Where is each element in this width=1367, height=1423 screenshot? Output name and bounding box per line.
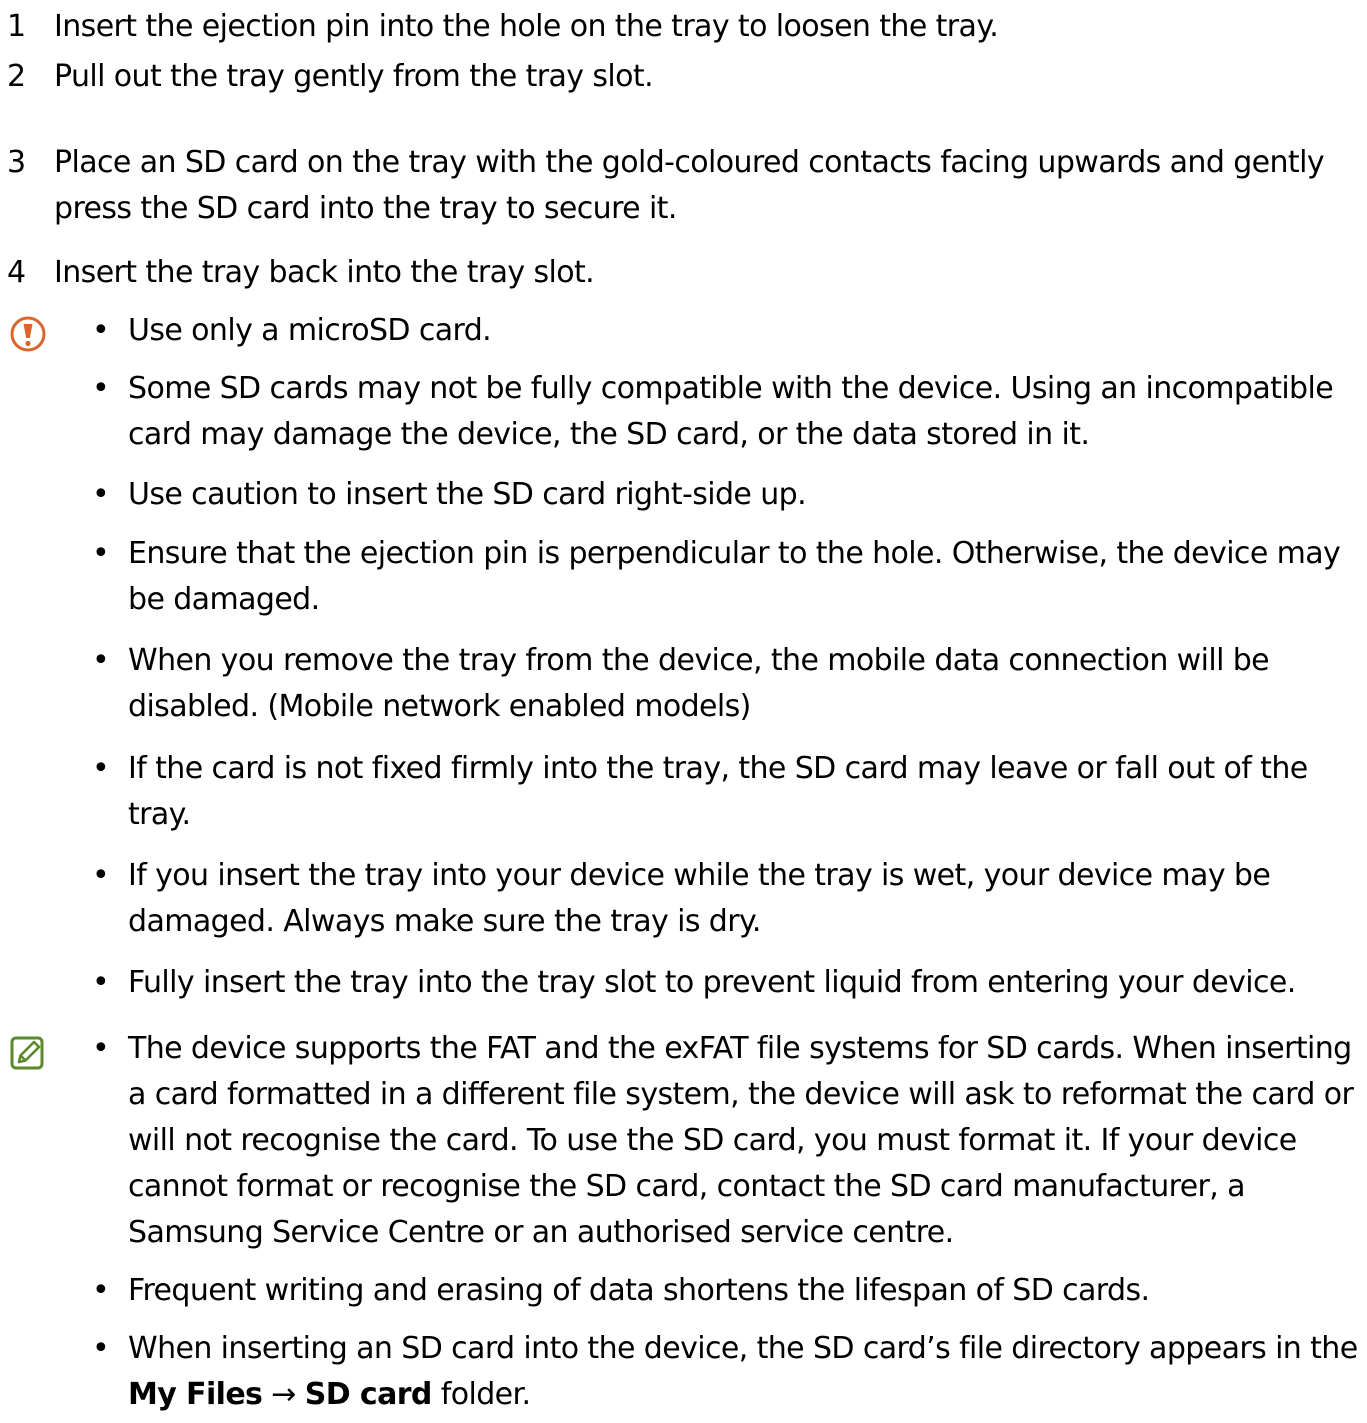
note-item-3: • When inserting an SD card into the dev… [92,1326,1360,1418]
step-number: 3 [7,145,26,180]
manual-page: 1 Insert the ejection pin into the hole … [0,0,1367,1423]
caution-item-text: If you insert the tray into your device … [128,858,1271,939]
caution-item-text: If the card is not fixed firmly into the… [128,751,1308,832]
caution-item-4: • Ensure that the ejection pin is perpen… [92,531,1360,623]
note-item-prefix: When inserting an SD card into the devic… [128,1331,1358,1366]
caution-exclamation-icon [10,316,46,352]
note-item-2: • Frequent writing and erasing of data s… [92,1268,1360,1314]
caution-item-3: • Use caution to insert the SD card righ… [92,472,1360,518]
step-number: 4 [7,255,26,290]
menu-sd-card: SD card [304,1377,433,1412]
bullet-mark: • [92,1331,110,1366]
bullet-mark: • [92,1273,110,1308]
step-3: 3 Place an SD card on the tray with the … [7,140,1344,232]
step-4: 4 Insert the tray back into the tray slo… [7,250,1344,296]
bullet-mark: • [92,858,110,893]
note-item-text: Frequent writing and erasing of data sho… [128,1273,1150,1308]
bullet-mark: • [92,1031,110,1066]
step-text: Pull out the tray gently from the tray s… [54,59,654,94]
bullet-mark: • [92,643,110,678]
caution-item-text: Use caution to insert the SD card right-… [128,477,807,512]
caution-item-5: • When you remove the tray from the devi… [92,638,1360,730]
caution-item-text: Some SD cards may not be fully compatibl… [128,371,1334,452]
bullet-mark: • [92,313,110,348]
step-number: 2 [7,59,26,94]
bullet-mark: • [92,965,110,1000]
caution-item-text: Ensure that the ejection pin is perpendi… [128,536,1341,617]
caution-item-8: • Fully insert the tray into the tray sl… [92,960,1360,1006]
bullet-mark: • [92,477,110,512]
caution-item-text: Fully insert the tray into the tray slot… [128,965,1296,1000]
note-pencil-icon [10,1036,44,1070]
step-number: 1 [7,9,26,44]
step-1: 1 Insert the ejection pin into the hole … [7,4,1344,50]
step-text: Insert the ejection pin into the hole on… [54,9,999,44]
note-item-text: The device supports the FAT and the exFA… [128,1031,1354,1250]
note-item-1: • The device supports the FAT and the ex… [92,1026,1360,1256]
bullet-mark: • [92,371,110,406]
bullet-mark: • [92,751,110,786]
step-text: Insert the tray back into the tray slot. [54,255,595,290]
note-item-suffix: folder. [431,1377,531,1412]
caution-item-text: When you remove the tray from the device… [128,643,1270,724]
menu-my-files: My Files [128,1377,263,1412]
caution-item-text: Use only a microSD card. [128,313,492,348]
bullet-mark: • [92,536,110,571]
step-text: Place an SD card on the tray with the go… [54,145,1325,226]
caution-item-6: • If the card is not fixed firmly into t… [92,746,1360,838]
caution-item-1: • Use only a microSD card. [92,308,1360,354]
caution-item-7: • If you insert the tray into your devic… [92,853,1360,945]
step-2: 2 Pull out the tray gently from the tray… [7,54,1344,100]
caution-item-2: • Some SD cards may not be fully compati… [92,366,1360,458]
menu-arrow: → [271,1377,296,1412]
